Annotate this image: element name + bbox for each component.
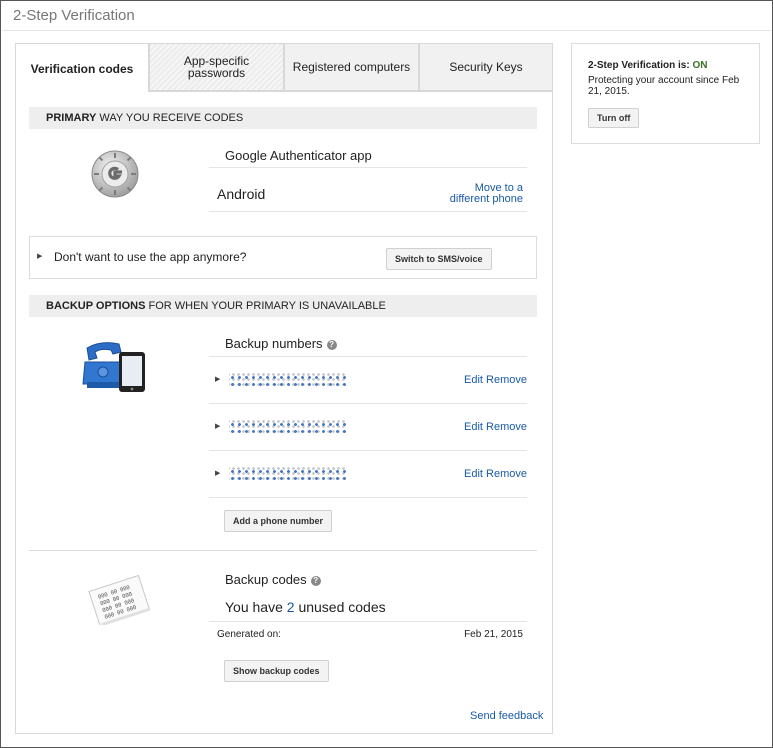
expand-arrow-icon[interactable]: ▶ — [215, 375, 220, 383]
divider — [209, 621, 527, 622]
backup-section-header: BACKUP OPTIONS FOR WHEN YOUR PRIMARY IS … — [29, 295, 537, 317]
edit-link[interactable]: Edit — [464, 421, 483, 433]
divider — [209, 167, 527, 168]
move-to-different-phone-link[interactable]: Move to a different phone — [441, 183, 523, 205]
page-title: 2-Step Verification — [13, 7, 135, 24]
remove-link[interactable]: Remove — [486, 374, 527, 386]
masked-phone-number — [229, 372, 347, 386]
header-rest: FOR WHEN YOUR PRIMARY IS UNAVAILABLE — [145, 300, 386, 312]
unused-count: 2 — [286, 599, 295, 615]
authenticator-app-name: Google Authenticator app — [225, 148, 372, 163]
tab-app-specific-passwords[interactable]: App-specific passwords — [149, 43, 284, 91]
turn-off-button[interactable]: Turn off — [588, 108, 640, 128]
backup-number-actions: Edit Remove — [464, 468, 527, 480]
title-divider — [2, 30, 771, 31]
expand-arrow-icon[interactable]: ▶ — [37, 252, 42, 260]
tab-label: Security Keys — [449, 60, 523, 74]
window-frame: 2-Step Verification Verification codes A… — [0, 0, 773, 748]
generated-on-label: Generated on: — [217, 629, 281, 640]
header-bold: BACKUP OPTIONS — [46, 300, 146, 312]
status-prefix: 2-Step Verification is: — [588, 60, 693, 71]
remove-link[interactable]: Remove — [486, 421, 527, 433]
edit-link[interactable]: Edit — [464, 374, 483, 386]
header-bold: PRIMARY — [46, 112, 97, 124]
divider — [209, 403, 527, 404]
status-description: Protecting your account since Feb 21, 20… — [588, 75, 740, 97]
phone-and-tablet-icon — [81, 338, 147, 394]
unused-codes-text: You have 2 unused codes — [225, 599, 386, 615]
help-icon[interactable]: ? — [310, 576, 321, 586]
no-app-prompt: Don't want to use the app anymore? — [54, 250, 247, 264]
send-feedback-link[interactable]: Send feedback — [470, 710, 543, 722]
backup-codes-sheet-icon: 000 00 000 000 00 000 000 00 000 000 00 … — [83, 574, 153, 627]
backup-numbers-label: Backup numbers — [225, 336, 323, 351]
backup-codes-title: Backup codes? — [225, 572, 321, 587]
masked-phone-number — [229, 466, 347, 480]
device-name: Android — [217, 186, 266, 202]
tab-label: Verification codes — [30, 61, 134, 76]
tab-bar: Verification codes App-specific password… — [15, 43, 553, 93]
masked-phone-number — [229, 419, 347, 433]
tab-label: Registered computers — [292, 60, 411, 74]
help-icon[interactable]: ? — [326, 340, 337, 350]
remove-link[interactable]: Remove — [486, 468, 527, 480]
tab-registered-computers[interactable]: Registered computers — [284, 43, 419, 91]
backup-codes-label: Backup codes — [225, 572, 307, 587]
section-divider — [29, 550, 537, 551]
backup-number-actions: Edit Remove — [464, 421, 527, 433]
primary-section-header: PRIMARY WAY YOU RECEIVE CODES — [29, 107, 537, 129]
status-state: ON — [692, 60, 708, 71]
unused-prefix: You have — [225, 599, 287, 615]
tab-label: App-specific passwords — [183, 54, 250, 80]
show-backup-codes-button[interactable]: Show backup codes — [224, 660, 329, 682]
status-title: 2-Step Verification is: ON — [588, 60, 707, 71]
tab-security-keys[interactable]: Security Keys — [419, 43, 553, 91]
backup-numbers-title: Backup numbers? — [225, 336, 337, 351]
divider — [209, 211, 527, 212]
add-phone-number-button[interactable]: Add a phone number — [224, 510, 332, 532]
switch-to-sms-voice-button[interactable]: Switch to SMS/voice — [386, 248, 492, 270]
expand-arrow-icon[interactable]: ▶ — [215, 469, 220, 477]
backup-number-actions: Edit Remove — [464, 374, 527, 386]
tab-verification-codes[interactable]: Verification codes — [15, 43, 149, 93]
status-card: 2-Step Verification is: ON Protecting yo… — [571, 43, 760, 144]
divider — [209, 356, 527, 357]
generated-on-date: Feb 21, 2015 — [464, 629, 523, 640]
panel-top-border — [148, 91, 553, 92]
expand-arrow-icon[interactable]: ▶ — [215, 422, 220, 430]
divider — [209, 497, 527, 498]
divider — [209, 450, 527, 451]
header-rest: WAY YOU RECEIVE CODES — [96, 112, 244, 124]
switch-method-box: ▶ Don't want to use the app anymore? Swi… — [29, 236, 537, 279]
unused-suffix: unused codes — [294, 599, 386, 615]
edit-link[interactable]: Edit — [464, 468, 483, 480]
google-authenticator-icon — [91, 150, 139, 198]
